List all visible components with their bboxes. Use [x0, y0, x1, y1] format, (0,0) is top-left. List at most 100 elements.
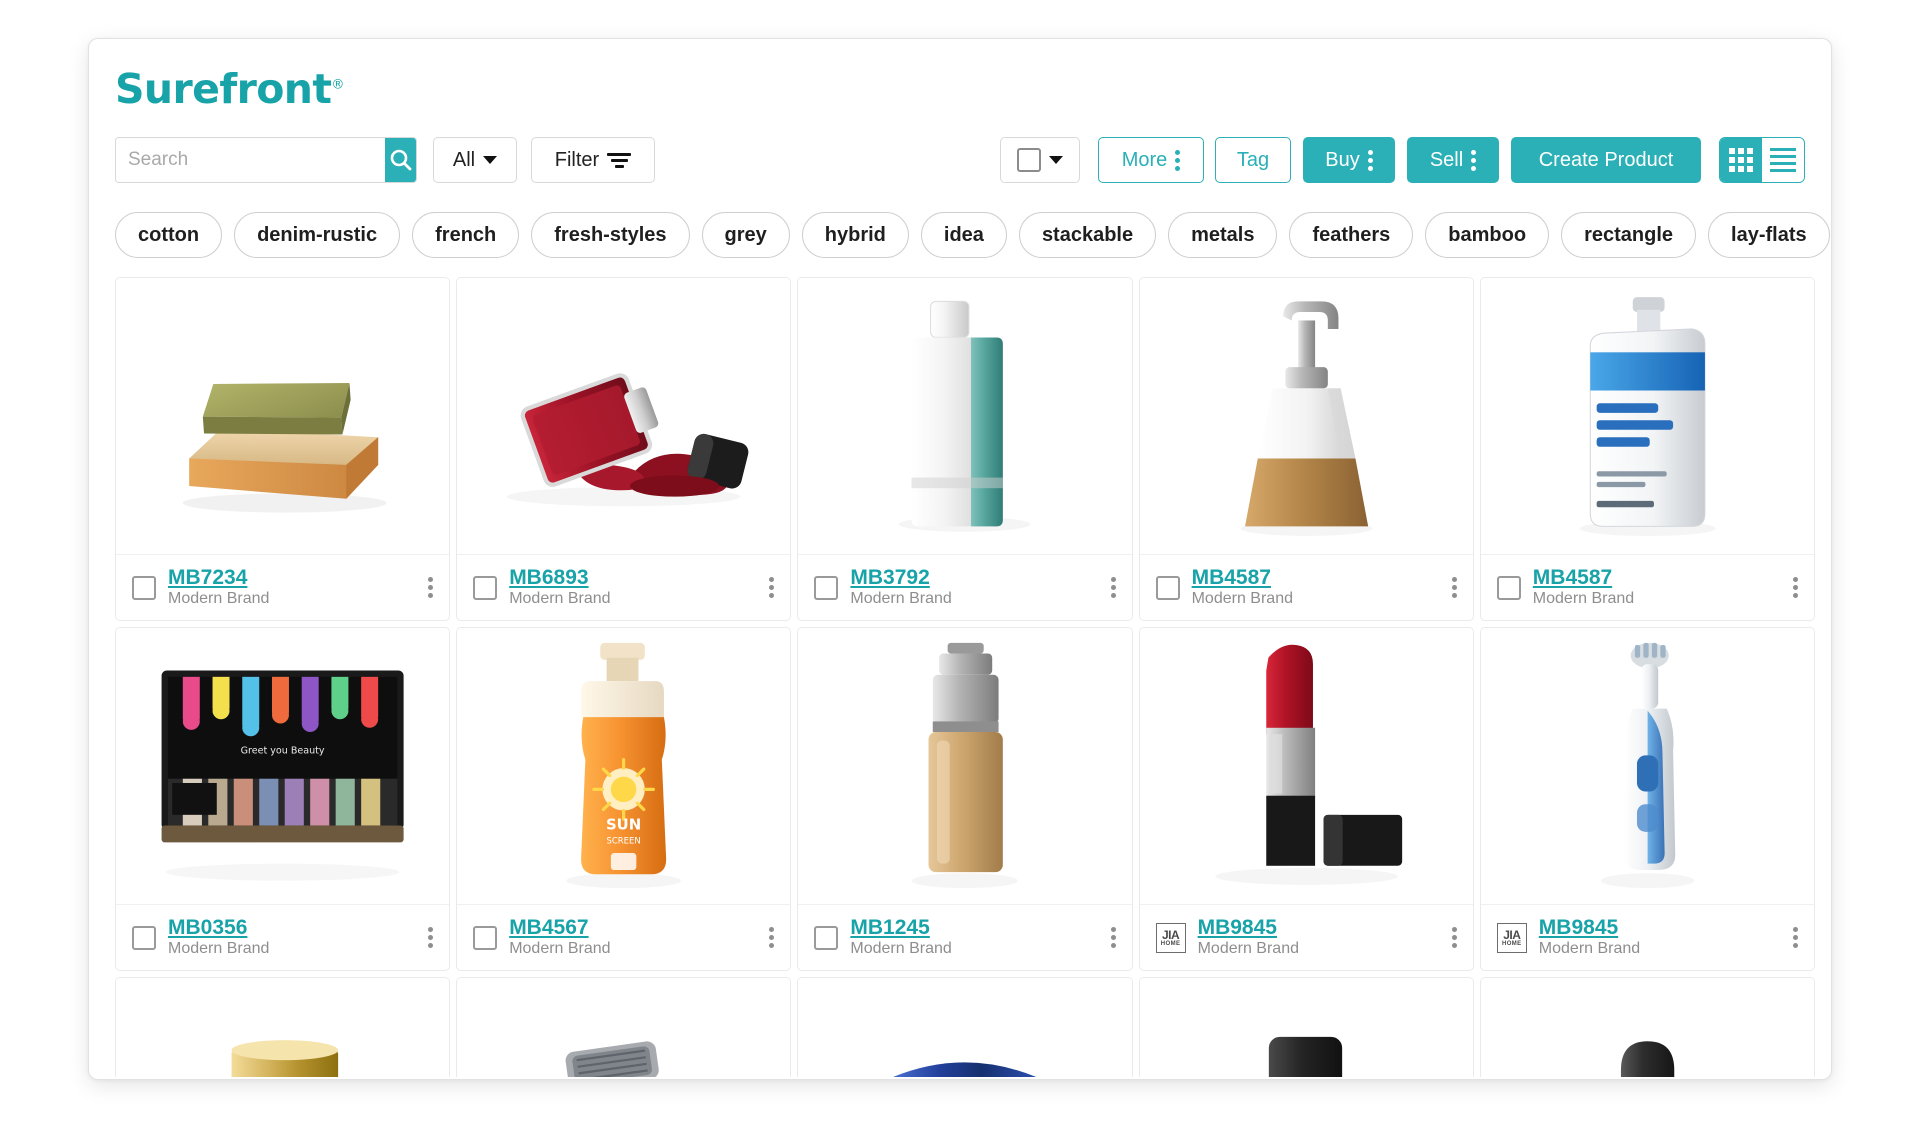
product-checkbox[interactable]: [814, 925, 839, 950]
product-kebab-menu-icon[interactable]: [1110, 577, 1116, 598]
checkbox-icon: [1017, 148, 1041, 172]
product-checkbox[interactable]: [473, 925, 498, 950]
product-checkbox[interactable]: [1155, 575, 1180, 600]
blue-tin-illustration: [798, 978, 1131, 1077]
product-image[interactable]: [1139, 278, 1473, 554]
product-image[interactable]: RA: [116, 978, 450, 1077]
tag-chip[interactable]: rectangle: [1561, 212, 1697, 258]
product-checkbox[interactable]: [132, 925, 156, 950]
tag-chip[interactable]: french: [412, 212, 520, 258]
sell-button[interactable]: Sell: [1407, 137, 1499, 183]
product-info: MB9845 Modern Brand: [1198, 916, 1440, 960]
product-brand-name: Modern Brand: [1191, 590, 1293, 608]
product-kebab-menu-icon[interactable]: [769, 927, 775, 948]
product-card[interactable]: MB6893 Modern Brand: [456, 277, 792, 621]
tag-chip[interactable]: feathers: [1289, 212, 1414, 258]
product-sku-link[interactable]: MB6893: [509, 566, 588, 590]
product-card[interactable]: JIA HOME MB9845 Modern Brand: [1138, 627, 1474, 971]
product-checkbox[interactable]: [473, 575, 498, 600]
product-kebab-menu-icon[interactable]: [428, 927, 434, 948]
product-image[interactable]: Greet you Beauty: [116, 628, 450, 904]
product-sku-link[interactable]: MB0356: [168, 916, 247, 940]
all-dropdown[interactable]: All: [433, 137, 517, 183]
product-card[interactable]: Greet you Beauty MB0356 Modern Brand: [115, 627, 451, 971]
product-sku-link[interactable]: MB7234: [168, 566, 247, 590]
product-image[interactable]: [798, 978, 1132, 1077]
tag-chip[interactable]: hybrid: [801, 212, 909, 258]
product-card-footer: MB7234 Modern Brand: [116, 554, 450, 620]
product-card[interactable]: [1138, 977, 1474, 1077]
product-image[interactable]: [1139, 628, 1473, 904]
product-image[interactable]: [1480, 278, 1814, 554]
product-image[interactable]: [457, 978, 791, 1077]
product-brand-name: Modern Brand: [850, 940, 952, 958]
tag-chip[interactable]: idea: [920, 212, 1007, 258]
tag-chip[interactable]: bamboo: [1425, 212, 1550, 258]
grid-view-button[interactable]: [1720, 138, 1762, 182]
tag-chip[interactable]: metals: [1168, 212, 1278, 258]
product-card[interactable]: MB4587 Modern Brand: [1479, 277, 1815, 621]
product-card[interactable]: SUN SCREEN MB4567 Modern Brand: [456, 627, 792, 971]
product-image[interactable]: [798, 628, 1132, 904]
filter-button[interactable]: Filter: [531, 137, 655, 183]
select-all-dropdown[interactable]: [1000, 137, 1080, 183]
search-input[interactable]: [116, 138, 385, 182]
product-card[interactable]: MB4587 Modern Brand: [1138, 277, 1474, 621]
product-image[interactable]: [1139, 978, 1473, 1077]
product-info: MB3792 Modern Brand: [850, 566, 1098, 610]
product-kebab-menu-icon[interactable]: [1451, 577, 1457, 598]
product-card[interactable]: [797, 977, 1133, 1077]
product-checkbox[interactable]: [1496, 575, 1521, 600]
tag-chip[interactable]: stackable: [1018, 212, 1157, 258]
product-info: MB6893 Modern Brand: [509, 566, 757, 610]
product-checkbox[interactable]: [132, 575, 156, 600]
black-cap-bottle-illustration: [1140, 978, 1473, 1077]
product-image[interactable]: [457, 278, 791, 554]
product-card[interactable]: MB3792 Modern Brand: [797, 277, 1133, 621]
tag-chip[interactable]: denim-rustic: [234, 212, 401, 258]
product-image[interactable]: [798, 278, 1132, 554]
more-button[interactable]: More: [1098, 137, 1204, 183]
product-image[interactable]: SUN SCREEN: [457, 628, 791, 904]
kebab-menu-icon: [1367, 149, 1373, 171]
svg-text:SCREEN: SCREEN: [607, 836, 641, 846]
tag-chip[interactable]: lay-flats: [1708, 212, 1830, 258]
product-kebab-menu-icon[interactable]: [1110, 927, 1116, 948]
product-image[interactable]: [1480, 628, 1814, 904]
product-image[interactable]: [1480, 978, 1814, 1077]
product-kebab-menu-icon[interactable]: [769, 577, 775, 598]
product-image[interactable]: [116, 278, 450, 554]
tag-chip-row: cotton denim-rustic french fresh-styles grey…: [115, 211, 1830, 259]
brand-logo[interactable]: Surefront®: [115, 65, 344, 113]
product-kebab-menu-icon[interactable]: [428, 577, 434, 598]
product-info: MB9845 Modern Brand: [1539, 916, 1781, 960]
create-product-button[interactable]: Create Product: [1511, 137, 1701, 183]
product-card[interactable]: MB7234 Modern Brand: [115, 277, 451, 621]
list-view-button[interactable]: [1762, 138, 1804, 182]
search-button[interactable]: [385, 138, 416, 182]
product-kebab-menu-icon[interactable]: [1793, 577, 1798, 598]
product-card[interactable]: [456, 977, 792, 1077]
product-card[interactable]: MB1245 Modern Brand: [797, 627, 1133, 971]
product-sku-link[interactable]: MB3792: [850, 566, 929, 590]
product-card[interactable]: RA: [115, 977, 451, 1077]
product-sku-link[interactable]: MB4567: [509, 916, 588, 940]
product-kebab-menu-icon[interactable]: [1793, 927, 1798, 948]
kebab-menu-icon: [1175, 149, 1181, 171]
product-sku-link[interactable]: MB4587: [1533, 566, 1612, 590]
tag-chip[interactable]: fresh-styles: [531, 212, 690, 258]
product-kebab-menu-icon[interactable]: [1451, 927, 1457, 948]
product-card[interactable]: JIA HOME MB9845 Modern Brand: [1479, 627, 1815, 971]
product-sku-link[interactable]: MB9845: [1539, 916, 1618, 940]
product-card[interactable]: [1479, 977, 1815, 1077]
product-sku-link[interactable]: MB1245: [850, 916, 929, 940]
buy-button[interactable]: Buy: [1303, 137, 1395, 183]
tag-chip[interactable]: grey: [701, 212, 790, 258]
product-sku-link[interactable]: MB4587: [1192, 566, 1271, 590]
brand-name: Surefront: [115, 65, 332, 113]
product-checkbox[interactable]: [814, 575, 839, 600]
jia-logo-top: JIA: [1162, 927, 1180, 942]
tag-chip[interactable]: cotton: [115, 212, 223, 258]
tag-button[interactable]: Tag: [1215, 137, 1291, 183]
product-sku-link[interactable]: MB9845: [1198, 916, 1277, 940]
